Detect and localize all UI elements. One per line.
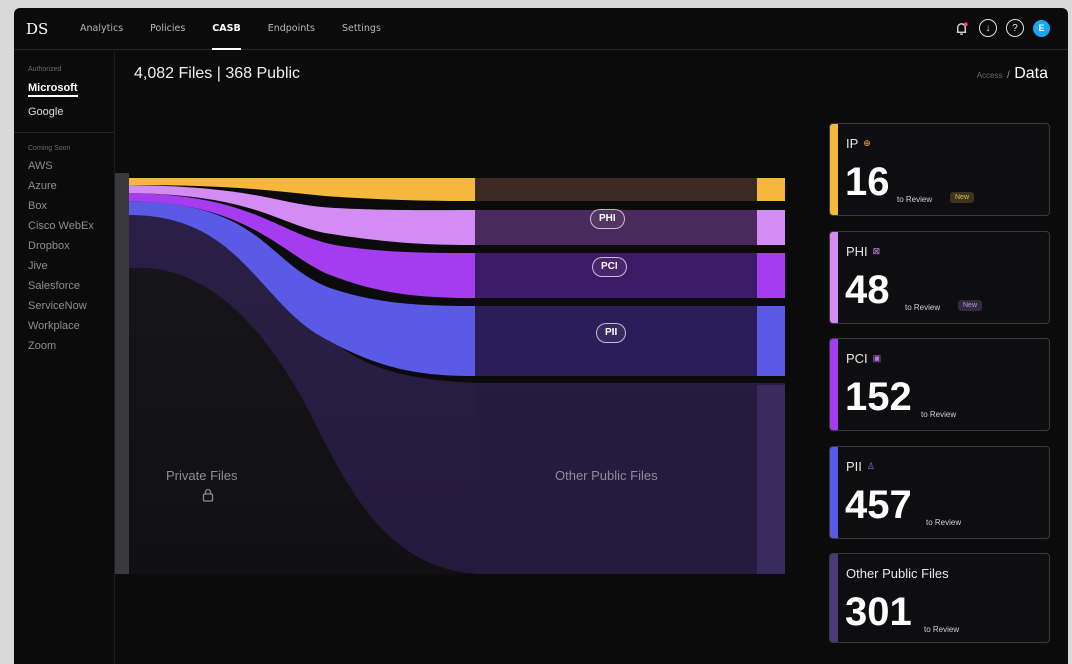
download-icon[interactable]: ↓ xyxy=(979,19,997,37)
other-card-label: Other Public Files xyxy=(846,566,949,581)
pci-card-review: to Review xyxy=(921,410,957,419)
breadcrumb-separator: / xyxy=(1006,70,1010,81)
coming-soon-section-label: Coming Soon xyxy=(28,145,71,152)
ip-card-label: IP ⊕ xyxy=(846,136,871,151)
phi-card-accent xyxy=(830,232,838,323)
sidebar-item-jive[interactable]: Jive xyxy=(28,260,114,272)
pci-card[interactable]: PCI ▣ 152 to Review xyxy=(829,338,1050,431)
public-count: 368 Public xyxy=(225,65,301,82)
other-card-title: Other Public Files xyxy=(846,566,949,581)
ip-output-bar xyxy=(757,178,785,201)
app-window: DS Analytics Policies CASB Endpoints Set… xyxy=(14,8,1068,664)
files-summary: 4,082 Files | 368 Public xyxy=(134,65,300,83)
nav-settings[interactable]: Settings xyxy=(342,8,381,50)
pii-card-accent xyxy=(830,447,838,538)
sidebar-item-dropbox[interactable]: Dropbox xyxy=(28,240,114,252)
nav-casb[interactable]: CASB xyxy=(212,8,242,50)
nav-policies[interactable]: Policies xyxy=(150,8,185,50)
pci-card-title: PCI xyxy=(846,351,868,366)
pci-output-bar xyxy=(757,253,785,298)
sidebar-item-salesforce[interactable]: Salesforce xyxy=(28,280,114,292)
pci-card-label: PCI ▣ xyxy=(846,351,881,366)
phi-new-badge: New xyxy=(958,300,983,311)
phi-card-label: PHI ⊠ xyxy=(846,244,880,259)
ip-card-title: IP xyxy=(846,136,859,151)
breadcrumb: Access / Data xyxy=(977,65,1048,83)
ip-card[interactable]: IP ⊕ 16 to Review New xyxy=(829,123,1050,216)
nav-endpoints[interactable]: Endpoints xyxy=(268,8,315,50)
phi-card[interactable]: PHI ⊠ 48 to Review New xyxy=(829,231,1050,324)
sidebar-item-aws[interactable]: AWS xyxy=(28,160,114,172)
breadcrumb-parent[interactable]: Access xyxy=(977,71,1003,80)
sidebar-item-cisco-webex[interactable]: Cisco WebEx xyxy=(28,220,114,232)
ip-new-badge: New xyxy=(950,192,975,203)
pci-card-value: 152 xyxy=(845,375,912,419)
sidebar: Authorized Microsoft Google Coming Soon … xyxy=(14,51,115,664)
pii-icon: ♙ xyxy=(866,461,875,471)
phi-card-value: 48 xyxy=(845,268,890,312)
ip-card-accent xyxy=(830,124,838,215)
other-card-value: 301 xyxy=(845,590,912,634)
lock-icon xyxy=(202,488,214,505)
pii-card-review: to Review xyxy=(926,518,962,527)
other-public-files-card[interactable]: Other Public Files 301 to Review xyxy=(829,553,1050,643)
main-nav: Analytics Policies CASB Endpoints Settin… xyxy=(80,8,408,50)
sidebar-item-azure[interactable]: Azure xyxy=(28,180,114,192)
pii-card-title: PII xyxy=(846,459,862,474)
pci-pill[interactable]: PCI xyxy=(592,257,627,277)
pci-icon: ▣ xyxy=(872,353,882,363)
breadcrumb-current: Data xyxy=(1014,65,1048,82)
ip-icon: ⊕ xyxy=(863,138,871,148)
phi-card-title: PHI xyxy=(846,244,868,259)
sidebar-item-servicenow[interactable]: ServiceNow xyxy=(28,300,114,312)
ip-card-value: 16 xyxy=(845,160,890,204)
phi-output-bar xyxy=(757,210,785,245)
logo: DS xyxy=(26,20,49,38)
sidebar-item-workplace[interactable]: Workplace xyxy=(28,320,114,332)
other-public-files-label: Other Public Files xyxy=(555,468,658,483)
nav-analytics[interactable]: Analytics xyxy=(80,8,123,50)
ip-public-band xyxy=(475,178,757,201)
top-bar: DS Analytics Policies CASB Endpoints Set… xyxy=(14,8,1068,50)
ip-card-review: to Review xyxy=(897,195,933,204)
files-count: 4,082 Files xyxy=(134,65,213,82)
pii-pill[interactable]: PII xyxy=(596,323,627,343)
sidebar-item-google[interactable]: Google xyxy=(28,106,114,118)
sidebar-item-box[interactable]: Box xyxy=(28,200,114,212)
sidebar-item-zoom[interactable]: Zoom xyxy=(28,340,114,352)
phi-card-review: to Review xyxy=(905,303,941,312)
pci-card-accent xyxy=(830,339,838,430)
notification-bell-icon[interactable] xyxy=(952,19,970,37)
source-column xyxy=(115,173,129,574)
private-files-label: Private Files xyxy=(166,468,238,483)
pii-card-label: PII ♙ xyxy=(846,459,875,474)
pii-card-value: 457 xyxy=(845,483,912,527)
pii-output-bar xyxy=(757,306,785,376)
other-output-bar xyxy=(757,385,785,574)
help-icon[interactable]: ? xyxy=(1006,19,1024,37)
phi-pill[interactable]: PHI xyxy=(590,209,625,229)
other-card-review: to Review xyxy=(924,625,960,634)
files-separator: | xyxy=(216,65,221,82)
top-icons: ↓ ? E xyxy=(943,19,1050,37)
pii-card[interactable]: PII ♙ 457 to Review xyxy=(829,446,1050,539)
sidebar-item-microsoft[interactable]: Microsoft xyxy=(28,82,78,97)
data-flow-diagram xyxy=(115,173,785,574)
avatar[interactable]: E xyxy=(1033,19,1050,37)
other-card-accent xyxy=(830,554,838,642)
sidebar-divider xyxy=(14,132,114,133)
authorized-section-label: Authorized xyxy=(28,66,62,73)
phi-icon: ⊠ xyxy=(872,246,881,256)
